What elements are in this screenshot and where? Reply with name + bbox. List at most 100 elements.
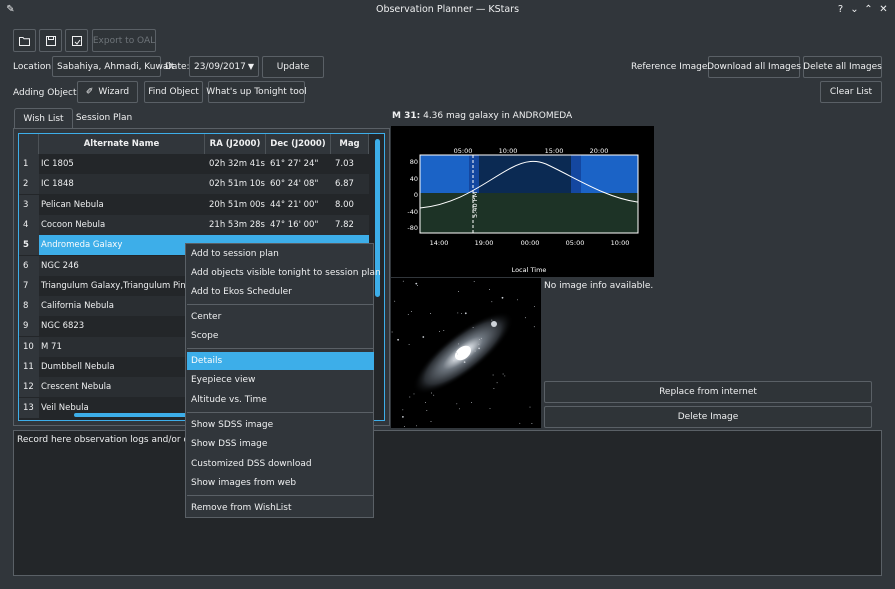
star xyxy=(416,285,418,286)
star xyxy=(425,402,426,404)
star xyxy=(457,353,458,355)
menu-item[interactable]: Center xyxy=(187,308,374,326)
star xyxy=(502,373,504,375)
delete-image-button[interactable]: Delete Image xyxy=(544,406,872,428)
menu-separator xyxy=(187,304,374,305)
star xyxy=(394,300,396,302)
tab-session-plan[interactable]: Session Plan xyxy=(74,108,134,128)
star xyxy=(461,312,463,314)
cell-name: Andromeda Galaxy xyxy=(39,235,205,256)
menu-item[interactable]: Altitude vs. Time xyxy=(187,391,374,409)
twilight-region-2 xyxy=(571,155,581,193)
star xyxy=(531,423,533,424)
star xyxy=(409,396,411,398)
object-image[interactable] xyxy=(391,278,541,428)
header-mag[interactable]: Mag xyxy=(331,134,369,154)
cell-name: NGC 246 xyxy=(41,260,79,271)
menu-item[interactable]: Eyepiece view xyxy=(187,371,374,389)
cell-mag: 7.03 xyxy=(335,159,354,169)
row-number: 9 xyxy=(19,316,39,337)
star xyxy=(478,339,480,341)
clear-list-button[interactable]: Clear List xyxy=(820,81,882,103)
menu-item[interactable]: Scope xyxy=(187,327,374,345)
row-number: 2 xyxy=(19,174,39,195)
open-file-button[interactable] xyxy=(13,29,36,52)
folder-icon xyxy=(19,36,30,46)
download-all-images-button[interactable]: Download all Images xyxy=(707,56,801,78)
star xyxy=(478,347,480,350)
star xyxy=(524,317,526,319)
menu-separator xyxy=(187,412,374,413)
star xyxy=(456,403,458,405)
header-ra[interactable]: RA (J2000) xyxy=(205,134,266,154)
y-tick-label: 40 xyxy=(410,175,418,183)
wizard-label: Wizard xyxy=(98,87,130,97)
star xyxy=(474,350,476,352)
update-button[interactable]: Update xyxy=(262,56,324,78)
header-alternate-name[interactable]: Alternate Name xyxy=(39,134,205,154)
star xyxy=(407,314,409,316)
observation-notes[interactable] xyxy=(13,430,882,576)
date-picker[interactable]: 23/09/2017 ▼ xyxy=(189,56,259,77)
star xyxy=(430,313,432,314)
chevron-down-icon[interactable]: ▼ xyxy=(248,62,254,71)
table-row[interactable]: 3 Pelican Nebula 20h 51m 00s 44° 21' 00" 8.0… xyxy=(19,194,369,215)
star xyxy=(533,326,535,328)
star xyxy=(496,382,498,384)
below-horizon-region xyxy=(420,193,638,233)
table-row[interactable]: 2 IC 1848 02h 51m 10s 60° 24' 08" 6.87 xyxy=(19,174,369,195)
cell-ra: 02h 32m 41s xyxy=(209,159,265,169)
menu-item[interactable]: Details xyxy=(187,352,374,370)
altitude-vs-time-plot[interactable]: 05:00 10:00 15:00 20:00 14:00 19:00 00:00 05:00… xyxy=(391,126,654,277)
row-number: 8 xyxy=(19,296,39,317)
menu-item[interactable]: Show SDSS image xyxy=(187,416,374,434)
row-number: 4 xyxy=(19,214,39,235)
table-header: Alternate Name RA (J2000) Dec (J2000) Ma… xyxy=(19,134,369,154)
star xyxy=(403,426,405,428)
menu-item[interactable]: Remove from WishList xyxy=(187,499,374,517)
object-info-description: 4.36 mag galaxy in ANDROMEDA xyxy=(423,111,573,121)
save-as-button[interactable] xyxy=(65,29,88,52)
delete-all-images-button[interactable]: Delete all Images xyxy=(803,56,882,78)
menu-item[interactable]: Add to session plan xyxy=(187,245,374,263)
date-value: 23/09/2017 xyxy=(194,61,246,72)
menu-item[interactable]: Show images from web xyxy=(187,474,374,492)
cell-name: Dumbbell Nebula xyxy=(41,362,115,372)
table-row[interactable]: 1 IC 1805 02h 32m 41s 61° 27' 24" 7.03 xyxy=(19,154,369,174)
whats-up-tonight-button[interactable]: What's up Tonight tool xyxy=(206,81,307,103)
cell-dec: 60° 24' 08" xyxy=(270,179,319,190)
window-title: Observation Planner — KStars xyxy=(375,4,520,15)
cell-name: IC 1848 xyxy=(41,179,74,190)
menu-item[interactable]: Add to Ekos Scheduler xyxy=(187,283,374,301)
help-icon[interactable]: ? xyxy=(834,3,847,16)
cell-dec: 44° 21' 00" xyxy=(270,199,319,210)
replace-from-internet-button[interactable]: Replace from internet xyxy=(544,381,872,403)
menu-item[interactable]: Show DSS image xyxy=(187,435,374,453)
cell-ra: 02h 51m 10s xyxy=(209,179,265,190)
cell-name: Triangulum Galaxy,Triangulum Pinwh xyxy=(41,280,198,291)
satellite-galaxy xyxy=(491,321,497,327)
table-row[interactable]: 4 Cocoon Nebula 21h 53m 28s 47° 16' 00" 7.82 xyxy=(19,214,369,235)
row-number-header xyxy=(19,134,39,154)
save-button[interactable] xyxy=(39,29,62,52)
header-dec[interactable]: Dec (J2000) xyxy=(266,134,331,154)
menu-item[interactable]: Customized DSS download xyxy=(187,455,374,473)
observation-notes-input[interactable] xyxy=(14,431,881,575)
bottom-tick-label: 05:00 xyxy=(566,239,585,247)
wizard-button[interactable]: ✐ Wizard xyxy=(77,81,138,103)
top-tick-label: 10:00 xyxy=(499,147,518,155)
maximize-icon[interactable]: ⌃ xyxy=(862,3,875,16)
tab-wish-list[interactable]: Wish List xyxy=(14,108,73,129)
menu-item[interactable]: Add objects visible tonight to session p… xyxy=(187,264,381,282)
row-number: 1 xyxy=(19,154,39,174)
context-menu[interactable]: Add to session plan Add objects visible t… xyxy=(185,243,381,518)
location-field[interactable]: Sabahiya, Ahmadi, Kuwait xyxy=(52,56,174,77)
export-oal-button[interactable]: Export to OAL xyxy=(92,29,156,52)
find-object-button[interactable]: Find Object xyxy=(144,81,203,103)
star xyxy=(517,299,518,301)
close-icon[interactable]: ✕ xyxy=(877,3,890,16)
minimize-icon[interactable]: ⌄ xyxy=(848,3,861,16)
wand-icon: ✐ xyxy=(85,87,94,97)
star xyxy=(415,282,418,285)
cell-name: M 71 xyxy=(41,341,62,352)
